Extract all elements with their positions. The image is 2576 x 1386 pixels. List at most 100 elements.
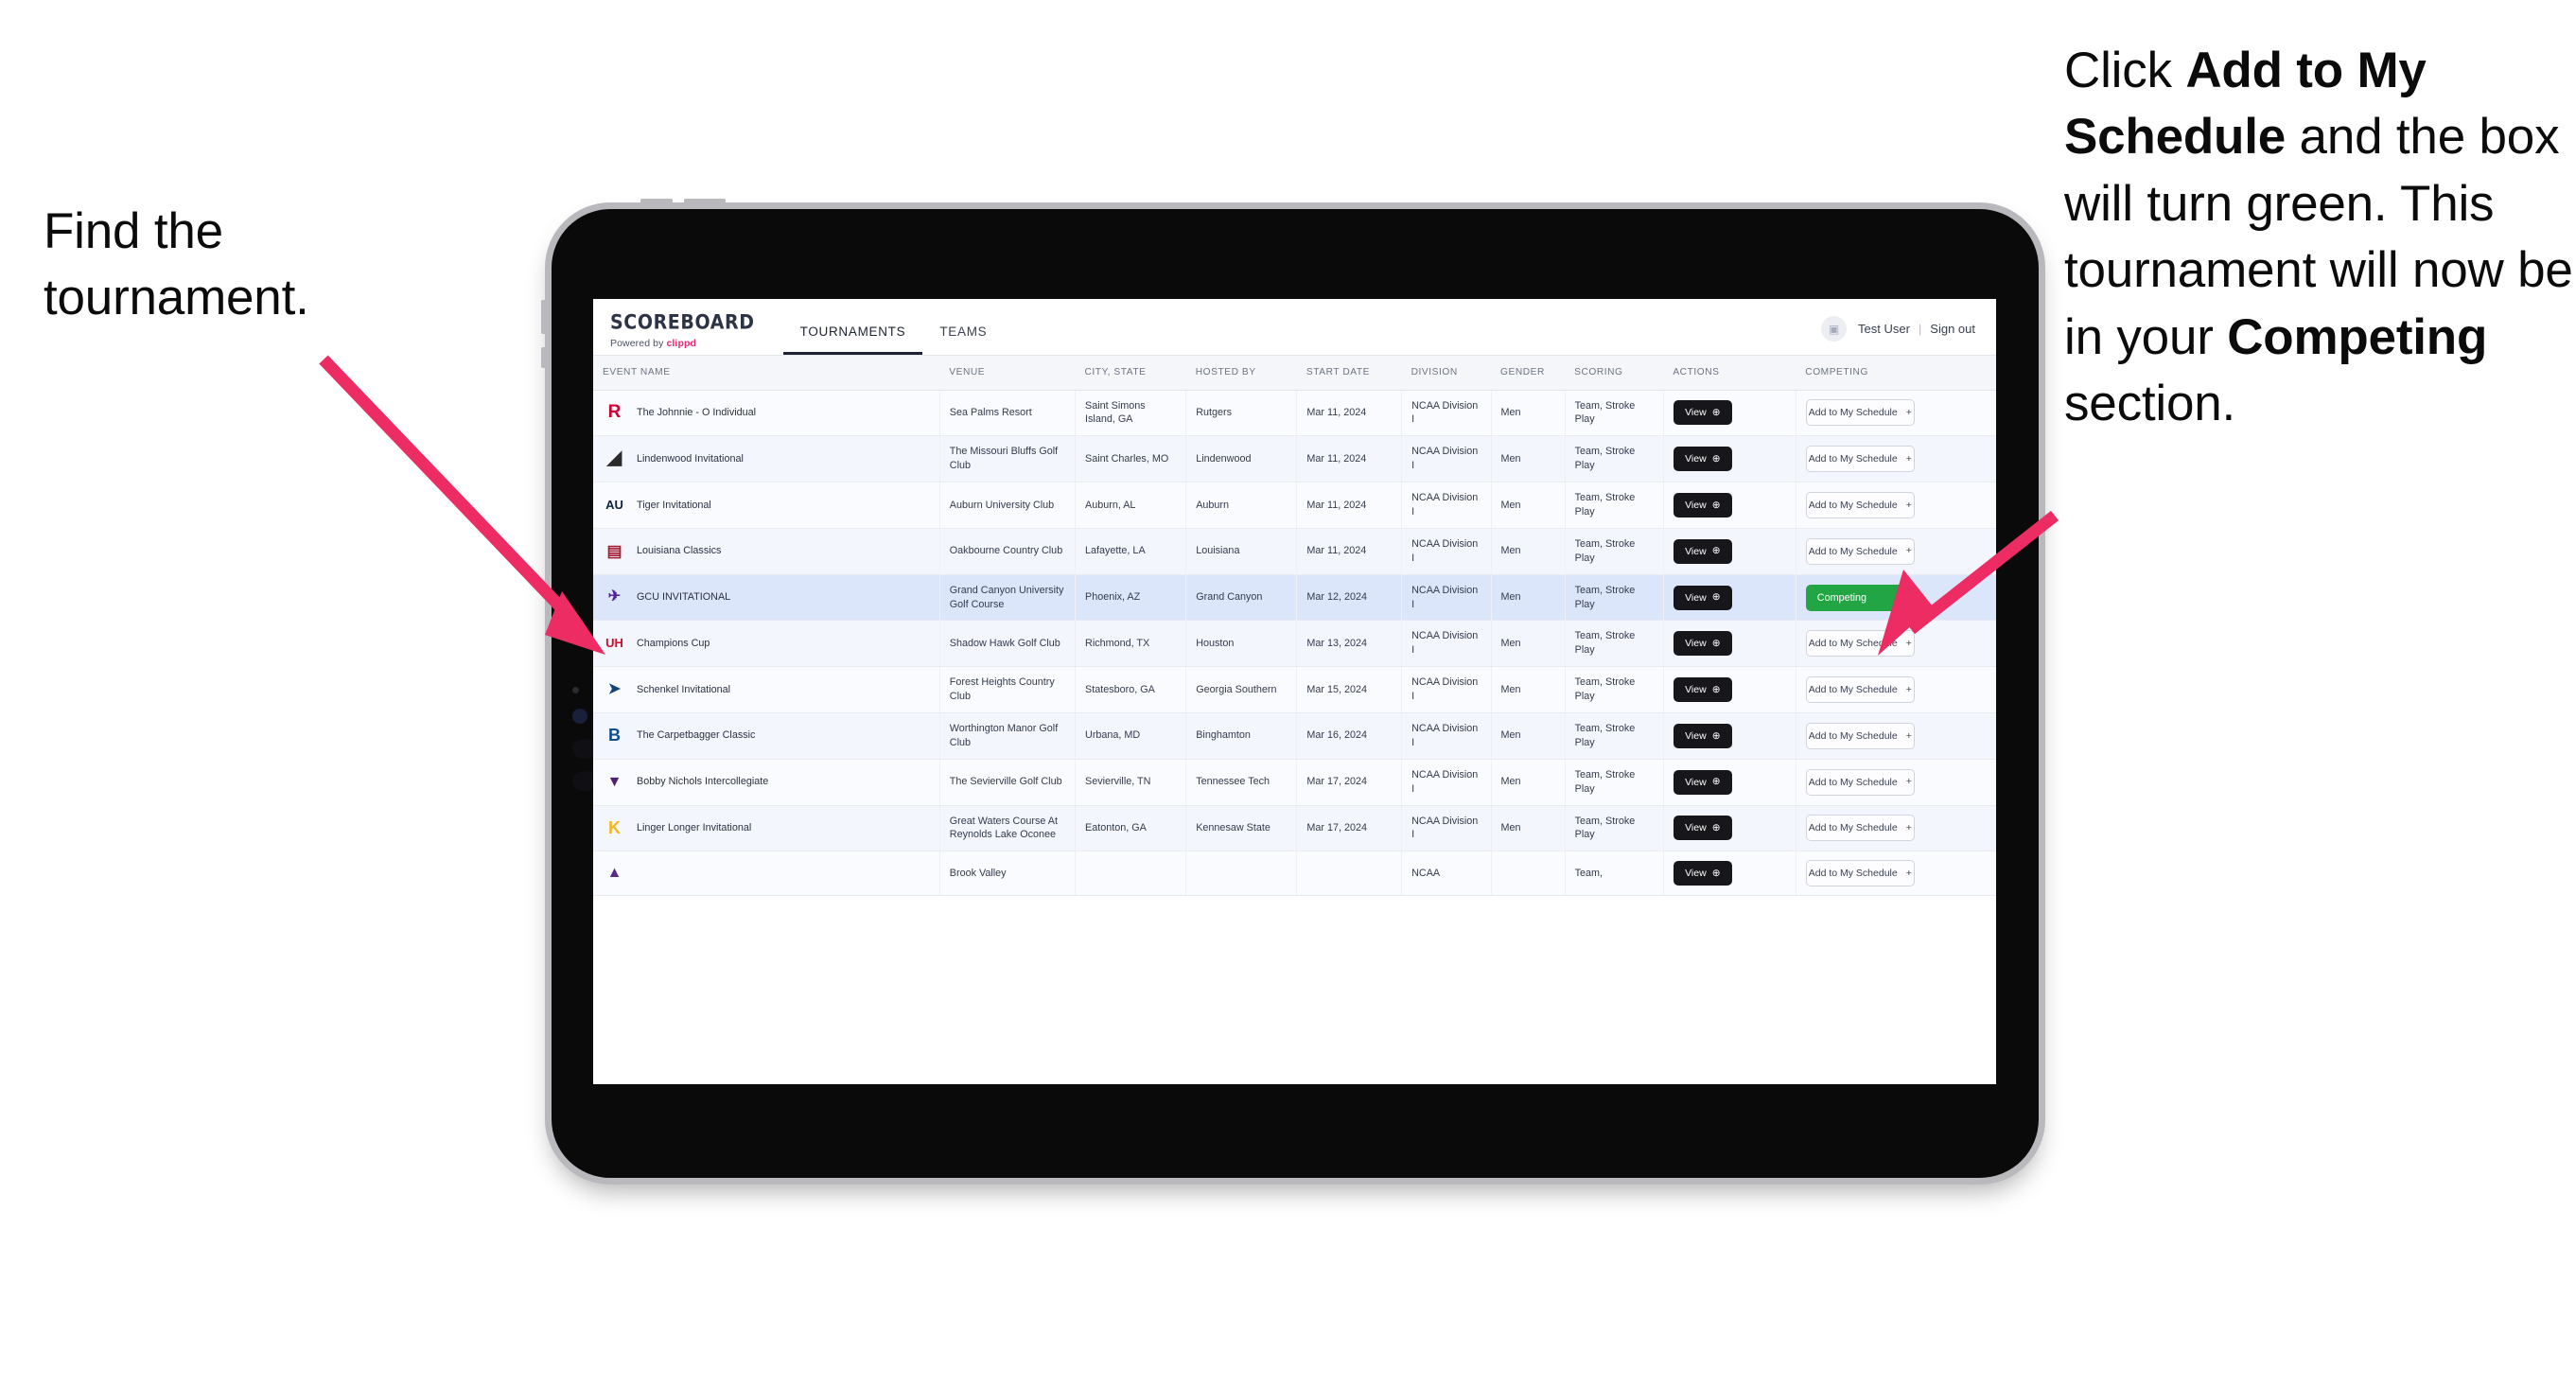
cell-event-name: ▼ Bobby Nichols Intercollegiate — [593, 759, 940, 806]
view-button[interactable]: View ⊕ — [1673, 723, 1732, 748]
add-to-my-schedule-button[interactable]: Add to My Schedule + — [1805, 446, 1915, 473]
cell-venue: The Sevierville Golf Club — [939, 759, 1077, 806]
cell-scoring: Team, Stroke Play — [1565, 528, 1664, 575]
tab-tournaments[interactable]: TOURNAMENTS — [782, 325, 923, 355]
cell-scoring: Team, Stroke Play — [1565, 574, 1664, 622]
cell-city-state: Saint Simons Island, GA — [1075, 390, 1187, 437]
add-to-my-schedule-label: Add to My Schedule — [1808, 638, 1898, 650]
col-scoring[interactable]: SCORING — [1565, 356, 1664, 391]
view-button[interactable]: View ⊕ — [1673, 631, 1732, 657]
tournaments-table-container[interactable]: EVENT NAME VENUE CITY, STATE HOSTED BY S… — [593, 356, 1996, 1084]
table-row[interactable]: UH Champions Cup Shadow Hawk Golf Club Rich… — [593, 620, 1996, 668]
cell-event-name: AU Tiger Invitational — [593, 482, 940, 529]
cell-event-name: UH Champions Cup — [593, 620, 940, 668]
cell-division: NCAA Division I — [1401, 390, 1492, 437]
col-gender[interactable]: GENDER — [1491, 356, 1566, 391]
user-links: Test User | Sign out — [1858, 322, 1975, 336]
table-row[interactable]: ✈ GCU INVITATIONAL Grand Canyon University… — [593, 574, 1996, 622]
user-avatar-icon[interactable]: ▣ — [1821, 316, 1847, 342]
cell-hosted-by: Auburn — [1185, 482, 1298, 529]
tablet-sensor-dot — [572, 687, 579, 693]
col-start-date[interactable]: START DATE — [1296, 356, 1402, 391]
cell-venue: Grand Canyon University Golf Course — [939, 574, 1077, 622]
brand-powered-prefix: Powered by — [610, 338, 667, 349]
view-button[interactable]: View ⊕ — [1673, 400, 1732, 426]
cell-competing: Add to My Schedule + — [1796, 851, 1996, 897]
cell-hosted-by: Tennessee Tech — [1185, 759, 1298, 806]
col-event-name[interactable]: EVENT NAME — [593, 356, 940, 391]
tournaments-table: EVENT NAME VENUE CITY, STATE HOSTED BY S… — [593, 356, 1996, 897]
add-to-my-schedule-button[interactable]: Add to My Schedule + — [1805, 537, 1915, 565]
cell-event-name: ✈ GCU INVITATIONAL — [593, 574, 940, 622]
cell-division: NCAA Division I — [1401, 712, 1492, 760]
add-to-my-schedule-button[interactable]: Add to My Schedule + — [1805, 630, 1915, 658]
view-button[interactable]: View ⊕ — [1673, 861, 1732, 886]
plus-icon: + — [1905, 822, 1912, 834]
cell-gender: Men — [1491, 666, 1566, 713]
cell-city-state: Saint Charles, MO — [1075, 435, 1187, 483]
table-row[interactable]: ◢ Lindenwood Invitational The Missouri Blu… — [593, 435, 1996, 483]
table-row[interactable]: ▲ Brook Valley NCAA Team, View ⊕ Add to My Sch… — [593, 851, 1996, 897]
view-button[interactable]: View ⊕ — [1673, 769, 1732, 795]
add-to-my-schedule-button[interactable]: Add to My Schedule + — [1805, 722, 1915, 749]
table-row[interactable]: AU Tiger Invitational Auburn University Cl… — [593, 482, 1996, 529]
add-to-my-schedule-button[interactable]: Add to My Schedule + — [1805, 676, 1915, 704]
view-label: View — [1685, 776, 1707, 788]
view-button[interactable]: View ⊕ — [1673, 447, 1732, 472]
sign-out-link[interactable]: Sign out — [1930, 322, 1975, 336]
cell-hosted-by: Kennesaw State — [1185, 805, 1298, 852]
view-label: View — [1685, 822, 1707, 834]
table-row[interactable]: ➤ Schenkel Invitational Forest Heights Cou… — [593, 666, 1996, 713]
view-button[interactable]: View ⊕ — [1673, 816, 1732, 841]
col-competing[interactable]: COMPETING — [1796, 356, 1996, 391]
table-row[interactable]: K Linger Longer Invitational Great Waters … — [593, 805, 1996, 852]
competing-button[interactable]: Competing ✓ — [1805, 584, 1915, 611]
tablet-volume-down-button[interactable] — [541, 347, 552, 368]
col-actions[interactable]: ACTIONS — [1663, 356, 1796, 391]
cell-competing: Add to My Schedule + — [1796, 805, 1996, 852]
view-button[interactable]: View ⊕ — [1673, 677, 1732, 703]
view-button[interactable]: View ⊕ — [1673, 538, 1732, 564]
cell-event-name: R The Johnnie - O Individual — [593, 390, 940, 437]
add-to-my-schedule-button[interactable]: Add to My Schedule + — [1805, 815, 1915, 842]
add-to-my-schedule-label: Add to My Schedule — [1808, 407, 1898, 419]
col-division[interactable]: DIVISION — [1401, 356, 1492, 391]
main-nav: TOURNAMENTS TEAMS — [782, 299, 1005, 355]
add-to-my-schedule-button[interactable]: Add to My Schedule + — [1805, 768, 1915, 796]
cell-actions: View ⊕ — [1663, 759, 1796, 806]
cell-gender — [1491, 851, 1566, 897]
col-hosted-by[interactable]: HOSTED BY — [1185, 356, 1297, 391]
arrow-right-circle-icon: ⊕ — [1711, 868, 1721, 880]
cell-scoring: Team, Stroke Play — [1565, 805, 1664, 852]
add-to-my-schedule-button[interactable]: Add to My Schedule + — [1805, 399, 1915, 427]
auburn-logo: AU — [605, 497, 623, 512]
tab-teams[interactable]: TEAMS — [922, 325, 1004, 355]
cell-division: NCAA Division I — [1401, 528, 1492, 575]
table-row[interactable]: ▼ Bobby Nichols Intercollegiate The Sevier… — [593, 759, 1996, 806]
table-row[interactable]: R The Johnnie - O Individual Sea Palms Res… — [593, 390, 1996, 437]
arrow-right-circle-icon: ⊕ — [1711, 499, 1721, 511]
view-button[interactable]: View ⊕ — [1673, 585, 1732, 610]
plus-icon: + — [1905, 545, 1912, 557]
cell-start-date: Mar 12, 2024 — [1296, 574, 1403, 622]
event-name: The Carpetbagger Classic — [637, 729, 756, 742]
tablet-top-button-2[interactable] — [684, 199, 726, 209]
add-to-my-schedule-button[interactable]: Add to My Schedule + — [1805, 491, 1915, 518]
view-label: View — [1685, 407, 1707, 419]
table-row[interactable]: B The Carpetbagger Classic Worthington Man… — [593, 712, 1996, 760]
table-row[interactable]: ▤ Louisiana Classics Oakbourne Country Clu… — [593, 528, 1996, 575]
add-to-my-schedule-button[interactable]: Add to My Schedule + — [1805, 860, 1915, 887]
arrow-right-circle-icon: ⊕ — [1711, 638, 1721, 650]
cell-scoring: Team, Stroke Play — [1565, 482, 1664, 529]
col-venue[interactable]: VENUE — [939, 356, 1076, 391]
tablet-volume-up-button[interactable] — [541, 300, 552, 334]
cell-venue: Great Waters Course At Reynolds Lake Oco… — [939, 805, 1077, 852]
binghamton-logo: B — [608, 726, 621, 746]
annotation-right: Click Add to My Schedule and the box wil… — [2064, 38, 2576, 438]
tablet-top-button-1[interactable] — [640, 199, 673, 209]
arrow-right-circle-icon: ⊕ — [1711, 591, 1721, 604]
view-button[interactable]: View ⊕ — [1673, 492, 1732, 518]
add-to-my-schedule-label: Add to My Schedule — [1808, 729, 1898, 742]
cell-competing: Competing ✓ — [1796, 574, 1996, 622]
col-city-state[interactable]: CITY, STATE — [1075, 356, 1186, 391]
